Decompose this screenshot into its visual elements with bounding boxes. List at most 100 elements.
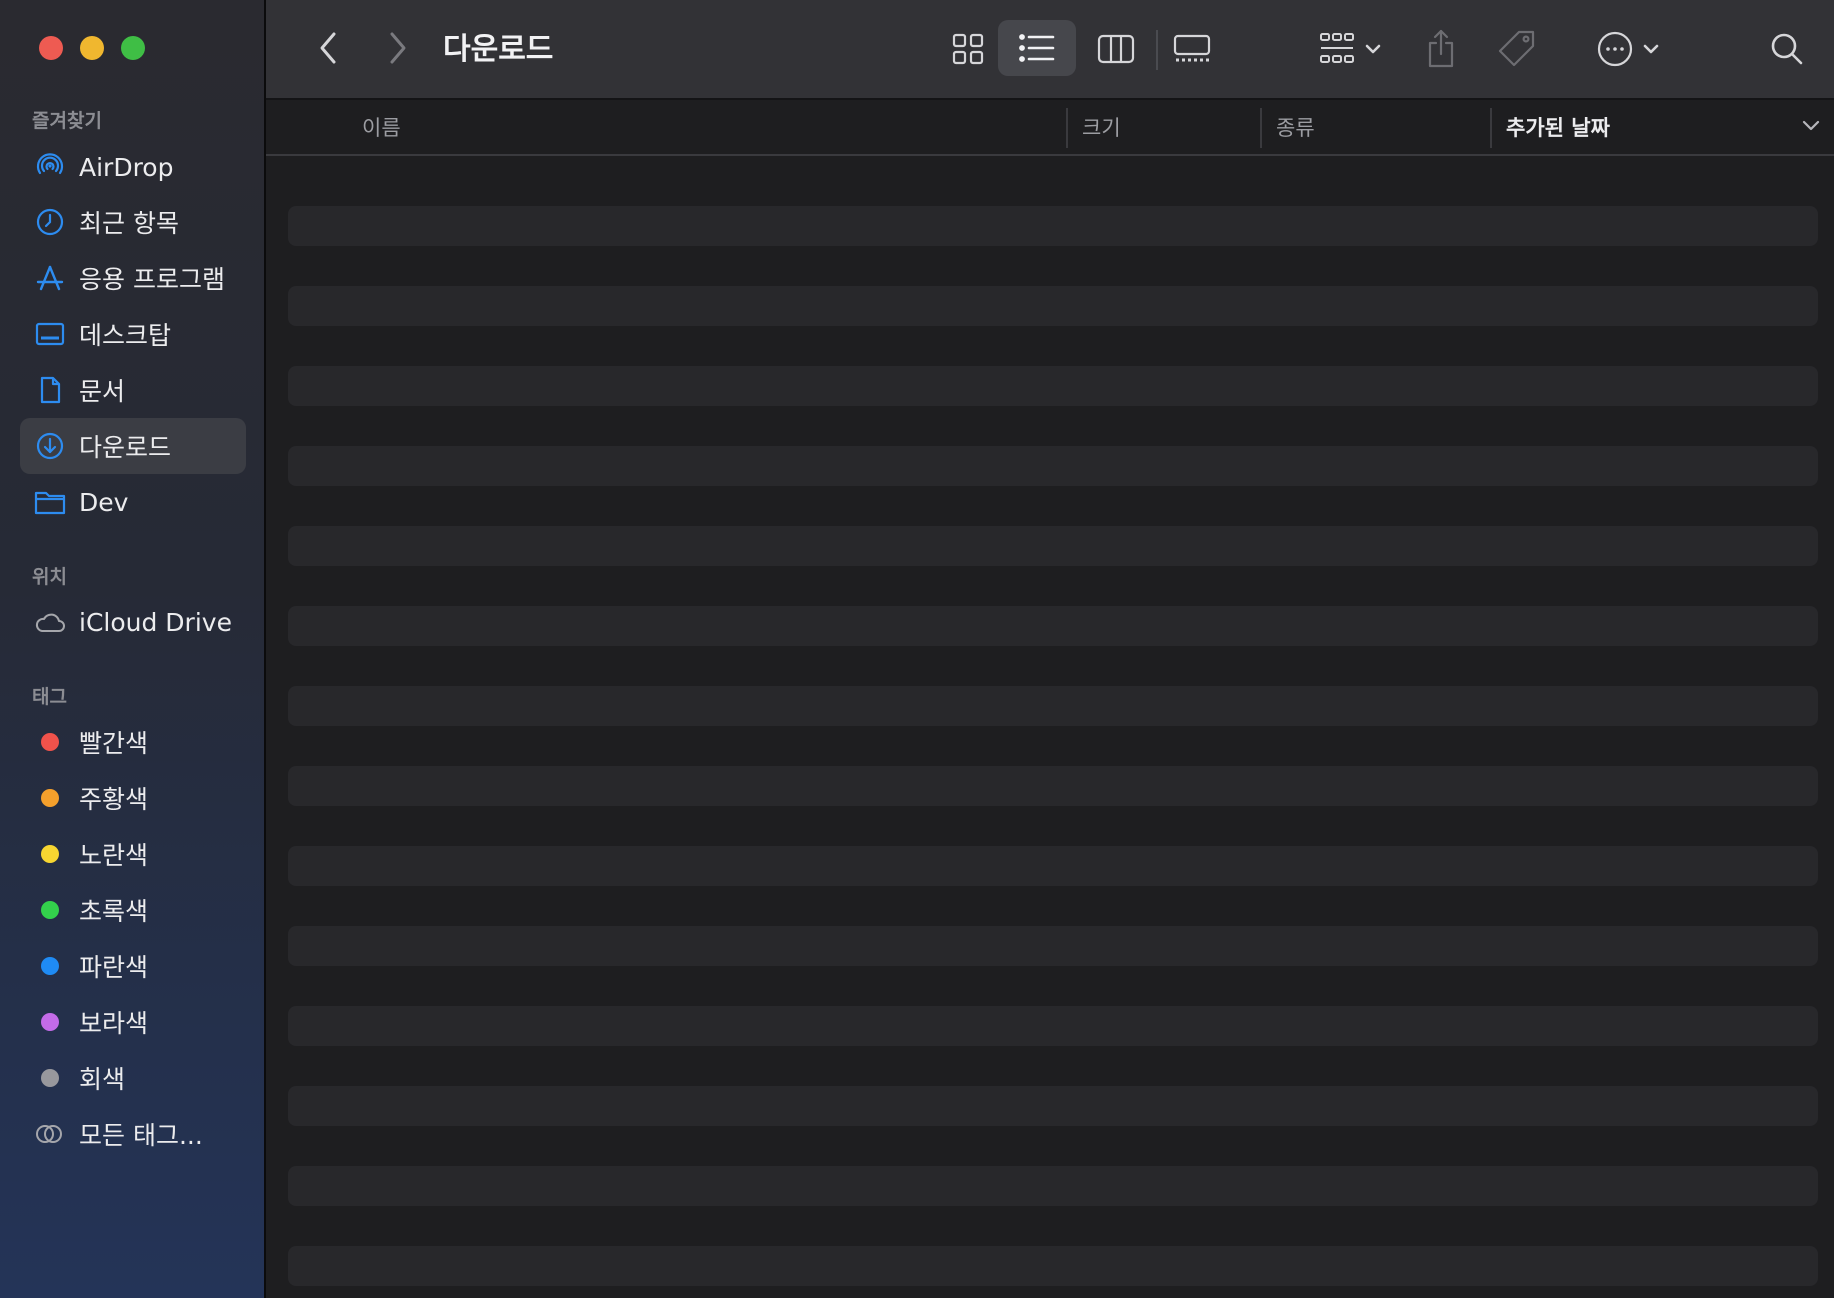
window-title: 다운로드 bbox=[443, 32, 554, 67]
sidebar-tag-purple[interactable]: 보라색 bbox=[20, 994, 246, 1050]
sidebar-tag-green[interactable]: 초록색 bbox=[20, 882, 246, 938]
search-button[interactable] bbox=[1760, 22, 1814, 76]
green-tag-dot bbox=[41, 901, 59, 919]
empty-row-stripe bbox=[288, 286, 1818, 326]
zoom-window-button[interactable] bbox=[121, 36, 145, 60]
empty-row-stripe bbox=[288, 846, 1818, 886]
back-button[interactable] bbox=[308, 28, 348, 68]
sidebar-item-applications[interactable]: 응용 프로그램 bbox=[20, 250, 246, 306]
cloud-icon bbox=[33, 605, 67, 639]
column-view-button[interactable] bbox=[1084, 22, 1148, 76]
sidebar-item-label: Dev bbox=[79, 487, 129, 517]
sidebar-item-label: 초록색 bbox=[79, 897, 149, 926]
sidebar-item-label: 파란색 bbox=[79, 953, 149, 982]
group-icon bbox=[1320, 33, 1381, 63]
tags-section-label: 태그 bbox=[32, 686, 67, 708]
sidebar-item-recents[interactable]: 최근 항목 bbox=[20, 194, 246, 250]
forward-button[interactable] bbox=[378, 28, 418, 68]
desktop-icon bbox=[33, 317, 67, 351]
sidebar-item-label: AirDrop bbox=[79, 152, 174, 182]
document-icon bbox=[33, 373, 67, 407]
tag-icon bbox=[1498, 30, 1535, 67]
sidebar-tag-orange[interactable]: 주황색 bbox=[20, 770, 246, 826]
sidebar-tag-yellow[interactable]: 노란색 bbox=[20, 826, 246, 882]
sidebar: 즐겨찾기 AirDrop 최근 항목 응용 프로그램 데스크탑 문서 다운로드 … bbox=[0, 0, 266, 1298]
sidebar-item-label: 보라색 bbox=[79, 1009, 149, 1038]
empty-row-stripe bbox=[288, 1166, 1818, 1206]
search-icon bbox=[1771, 33, 1803, 65]
empty-row-stripe bbox=[288, 766, 1818, 806]
sidebar-item-label: 노란색 bbox=[79, 841, 149, 870]
tag-button[interactable] bbox=[1488, 22, 1546, 76]
sidebar-item-dev[interactable]: Dev bbox=[20, 474, 246, 530]
empty-row-stripe bbox=[288, 446, 1818, 486]
sidebar-item-airdrop[interactable]: AirDrop bbox=[20, 139, 246, 195]
column-view-icon bbox=[1097, 34, 1135, 64]
yellow-tag-dot bbox=[41, 845, 59, 863]
back-icon bbox=[320, 32, 336, 64]
gray-tag-dot bbox=[41, 1069, 59, 1087]
more-icon bbox=[1597, 31, 1659, 67]
empty-row-stripe bbox=[288, 1086, 1818, 1126]
forward-icon bbox=[390, 32, 406, 64]
empty-row-stripe bbox=[288, 206, 1818, 246]
group-button[interactable] bbox=[1312, 22, 1392, 76]
download-icon bbox=[33, 429, 67, 463]
favorites-section-label: 즐겨찾기 bbox=[32, 110, 102, 132]
share-button[interactable] bbox=[1412, 22, 1470, 76]
toolbar: 다운로드 bbox=[266, 0, 1834, 100]
sidebar-tag-red[interactable]: 빨간색 bbox=[20, 714, 246, 770]
sidebar-item-icloud-drive[interactable]: iCloud Drive bbox=[20, 594, 246, 650]
empty-row-stripe bbox=[288, 1246, 1818, 1286]
column-kind[interactable]: 종류 bbox=[1276, 112, 1315, 142]
locations-section-label: 위치 bbox=[32, 566, 67, 588]
icon-view-button[interactable] bbox=[936, 22, 1000, 76]
blue-tag-dot bbox=[41, 957, 59, 975]
gallery-view-button[interactable] bbox=[1160, 22, 1224, 76]
red-tag-dot bbox=[41, 733, 59, 751]
sidebar-item-label: 빨간색 bbox=[79, 729, 149, 758]
column-header: 이름 크기 종류 추가된 날짜 bbox=[266, 100, 1834, 156]
sidebar-item-label: iCloud Drive bbox=[79, 607, 232, 637]
column-size[interactable]: 크기 bbox=[1082, 112, 1121, 142]
share-icon bbox=[1428, 29, 1454, 68]
empty-row-stripe bbox=[288, 926, 1818, 966]
clock-icon bbox=[33, 205, 67, 239]
empty-row-stripe bbox=[288, 366, 1818, 406]
sidebar-item-label: 주황색 bbox=[79, 785, 149, 814]
column-name[interactable]: 이름 bbox=[362, 112, 401, 142]
sidebar-tag-blue[interactable]: 파란색 bbox=[20, 938, 246, 994]
sidebar-item-desktop[interactable]: 데스크탑 bbox=[20, 306, 246, 362]
list-view-button[interactable] bbox=[998, 20, 1076, 76]
minimize-window-button[interactable] bbox=[80, 36, 104, 60]
file-list[interactable] bbox=[266, 156, 1834, 1298]
sidebar-item-label: 회색 bbox=[79, 1065, 126, 1094]
sidebar-item-label: 모든 태그... bbox=[79, 1121, 203, 1150]
applications-icon bbox=[33, 261, 67, 295]
sidebar-tag-gray[interactable]: 회색 bbox=[20, 1050, 246, 1106]
empty-row-stripe bbox=[288, 526, 1818, 566]
orange-tag-dot bbox=[41, 789, 59, 807]
sidebar-item-label: 다운로드 bbox=[79, 433, 172, 462]
airdrop-icon bbox=[33, 150, 67, 184]
sidebar-item-label: 데스크탑 bbox=[79, 321, 172, 350]
folder-icon bbox=[33, 485, 67, 519]
close-window-button[interactable] bbox=[39, 36, 63, 60]
column-date-added[interactable]: 추가된 날짜 bbox=[1506, 112, 1610, 142]
empty-row-stripe bbox=[288, 686, 1818, 726]
sidebar-all-tags[interactable]: 모든 태그... bbox=[20, 1106, 246, 1162]
sort-descending-icon[interactable] bbox=[1802, 120, 1820, 132]
sidebar-item-label: 최근 항목 bbox=[79, 209, 179, 238]
empty-row-stripe bbox=[288, 606, 1818, 646]
list-view-icon bbox=[1019, 34, 1055, 62]
more-button[interactable] bbox=[1590, 22, 1670, 76]
sidebar-item-label: 응용 프로그램 bbox=[79, 265, 225, 294]
sidebar-item-label: 문서 bbox=[79, 377, 126, 406]
sidebar-item-downloads[interactable]: 다운로드 bbox=[20, 418, 246, 474]
sidebar-item-documents[interactable]: 문서 bbox=[20, 362, 246, 418]
empty-row-stripe bbox=[288, 1006, 1818, 1046]
purple-tag-dot bbox=[41, 1013, 59, 1031]
icon-view-icon bbox=[952, 33, 984, 65]
gallery-view-icon bbox=[1173, 34, 1211, 62]
all-tags-icon bbox=[33, 1117, 67, 1151]
